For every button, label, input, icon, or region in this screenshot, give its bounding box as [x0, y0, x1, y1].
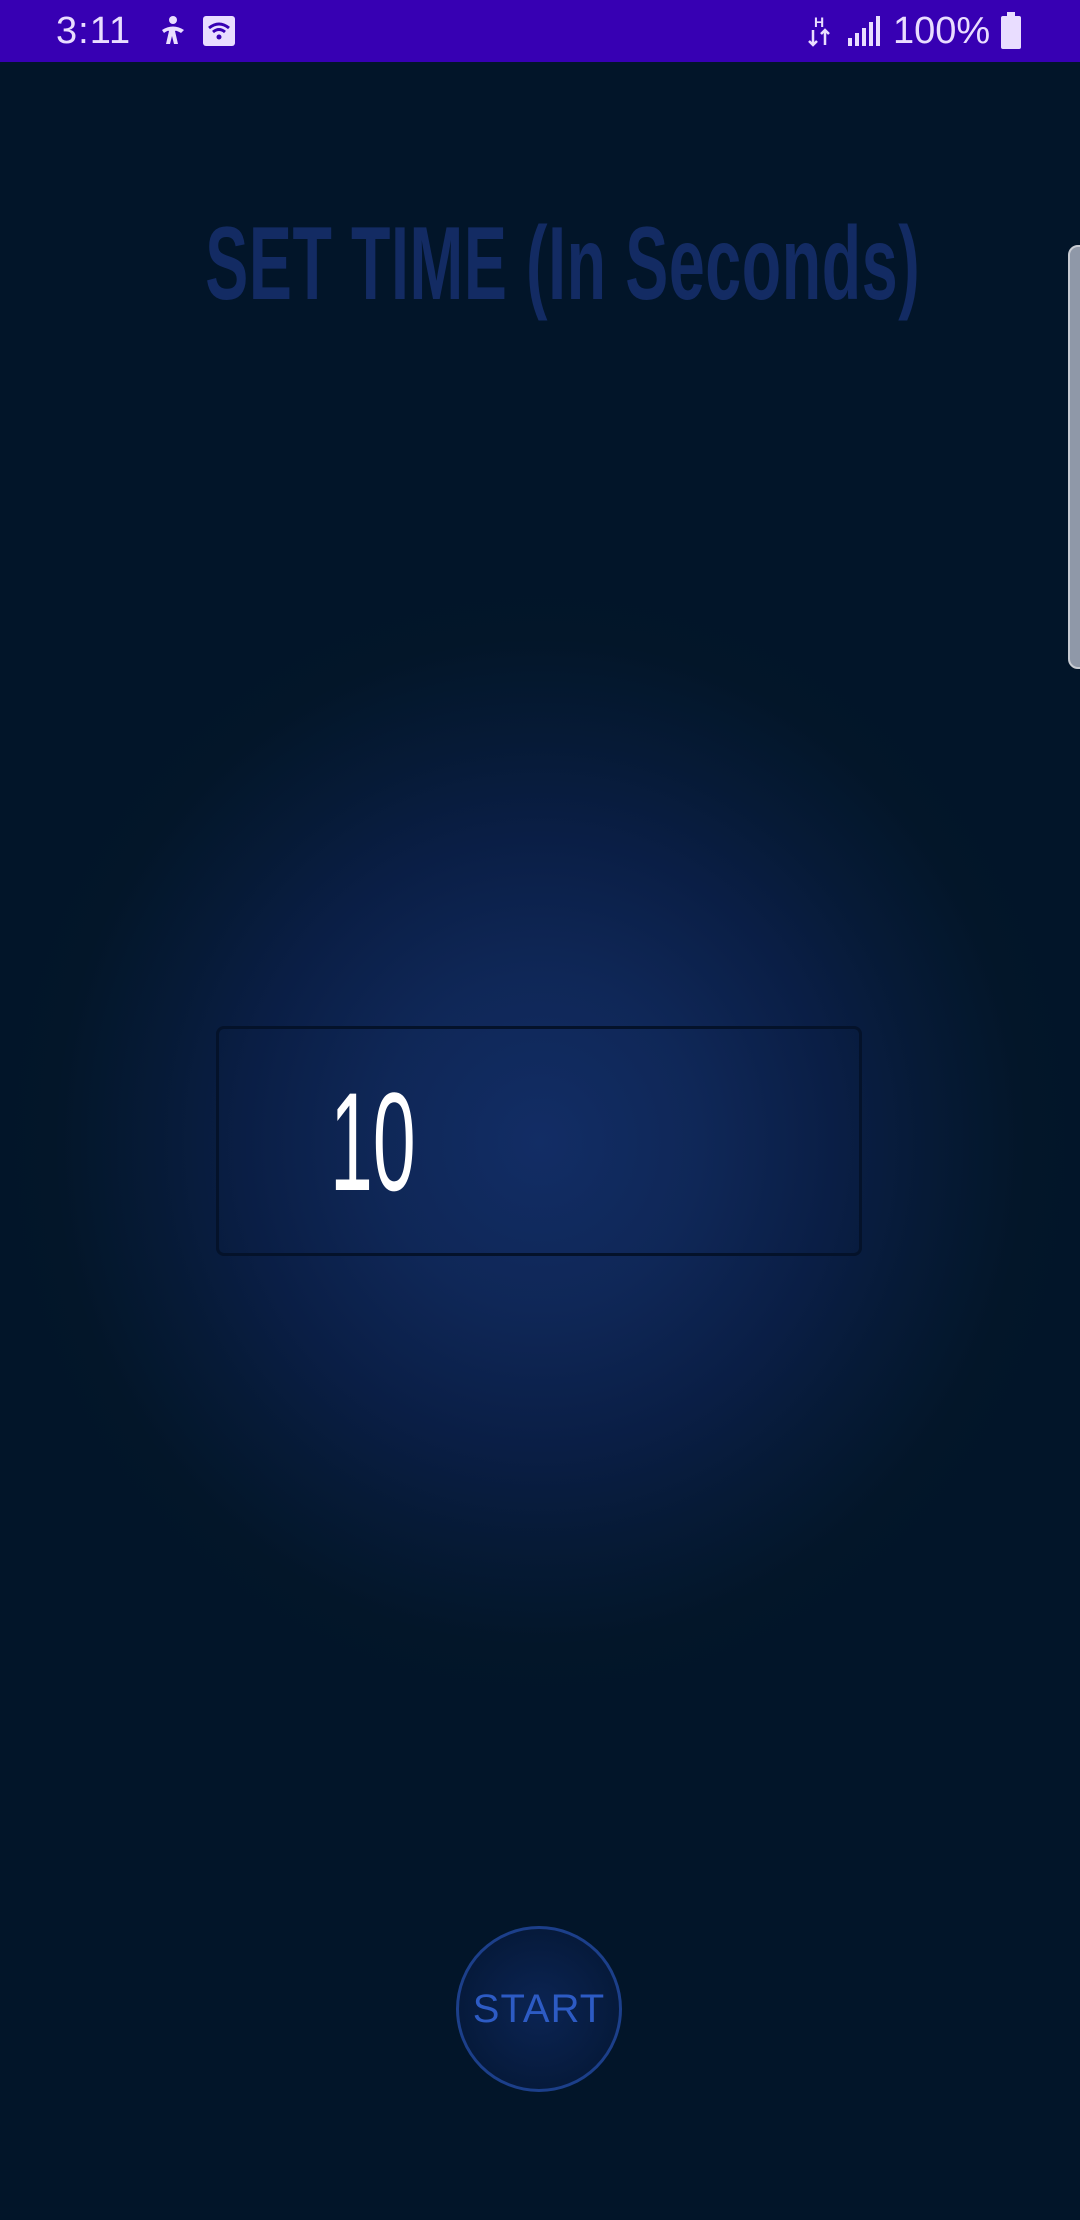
status-time: 3:11 — [56, 10, 132, 52]
start-button-label: START — [472, 1986, 606, 2031]
battery-percentage: 100% — [893, 10, 991, 52]
status-bar: 3:11 H 100% — [0, 0, 1080, 62]
timer-screen: SET TIME (In Seconds) 10 START — [0, 62, 1080, 2220]
signal-icon — [846, 14, 882, 48]
data-transfer-icon: H — [804, 14, 834, 48]
page-title: SET TIME (In Seconds) — [205, 206, 921, 322]
svg-text:H: H — [814, 14, 824, 30]
start-button[interactable]: START — [456, 1926, 622, 2092]
time-input-box[interactable] — [216, 1026, 862, 1256]
battery-icon — [1000, 12, 1022, 50]
time-input-value[interactable]: 10 — [330, 1072, 484, 1212]
accessibility-icon — [156, 14, 190, 48]
wifi-icon — [202, 14, 236, 48]
edge-panel-handle[interactable] — [1068, 245, 1080, 669]
